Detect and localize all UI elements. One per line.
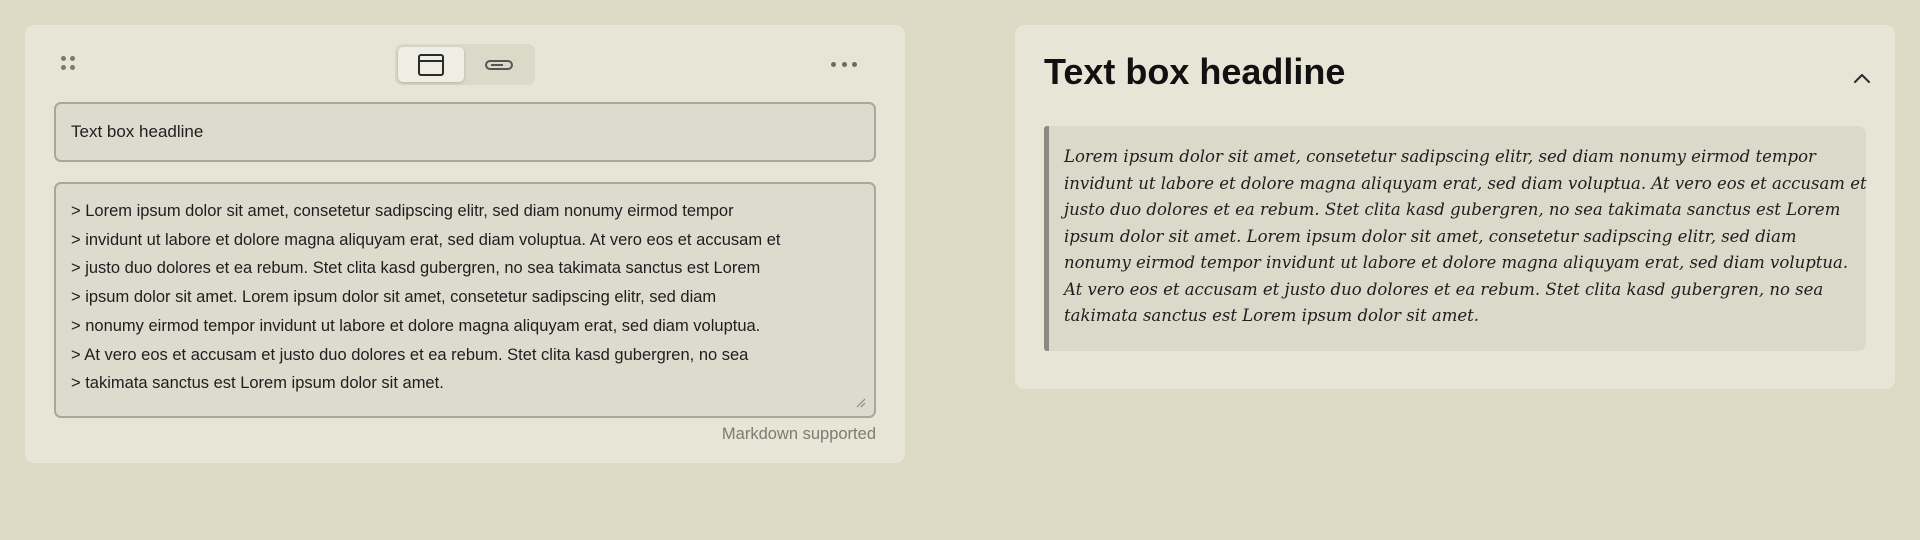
quote-line: takimata sanctus est Lorem ipsum dolor s… xyxy=(1064,306,1480,325)
body-line: > justo duo dolores et ea rebum. Stet cl… xyxy=(71,259,761,278)
editor-card: > Lorem ipsum dolor sit amet, consetetur… xyxy=(25,25,905,463)
window-icon xyxy=(417,53,444,76)
quote-line: At vero eos et accusam et justo duo dolo… xyxy=(1064,279,1824,299)
inline-view-button[interactable] xyxy=(467,47,533,82)
drag-handle-icon[interactable] xyxy=(61,56,75,70)
quote-line: justo duo dolores et ea rebum. Stet clit… xyxy=(1064,200,1841,219)
body-line: > invidunt ut labore et dolore magna ali… xyxy=(71,230,781,249)
preview-card: Text box headline Lorem ipsum dolor sit … xyxy=(1015,25,1895,389)
card-view-button[interactable] xyxy=(398,47,464,82)
body-textarea[interactable]: > Lorem ipsum dolor sit amet, consetetur… xyxy=(54,182,876,418)
quote-line: ipsum dolor sit amet. Lorem ipsum dolor … xyxy=(1064,226,1797,246)
markdown-hint: Markdown supported xyxy=(721,425,876,443)
chevron-up-icon xyxy=(1854,74,1870,83)
headline-input[interactable] xyxy=(54,102,876,162)
resize-handle-icon[interactable] xyxy=(855,397,866,408)
quote-line: nonumy eirmod tempor invidunt ut labore … xyxy=(1064,253,1849,272)
quote-line: Lorem ipsum dolor sit amet, consetetur s… xyxy=(1064,147,1816,166)
body-line: > ipsum dolor sit amet. Lorem ipsum dolo… xyxy=(71,288,717,307)
view-mode-toggle xyxy=(395,44,535,85)
body-line: > nonumy eirmod tempor invidunt ut labor… xyxy=(71,316,761,335)
preview-title: Text box headline xyxy=(1044,51,1346,92)
bar-icon xyxy=(485,59,514,70)
more-options-icon[interactable] xyxy=(831,58,857,70)
body-line: > Lorem ipsum dolor sit amet, consetetur… xyxy=(71,202,734,220)
preview-blockquote: Lorem ipsum dolor sit amet, consetetur s… xyxy=(1044,126,1867,351)
quote-line: invidunt ut labore et dolore magna aliqu… xyxy=(1064,173,1867,193)
collapse-button[interactable] xyxy=(1849,65,1875,91)
body-line: > takimata sanctus est Lorem ipsum dolor… xyxy=(71,374,444,393)
body-line: > At vero eos et accusam et justo duo do… xyxy=(71,345,749,364)
